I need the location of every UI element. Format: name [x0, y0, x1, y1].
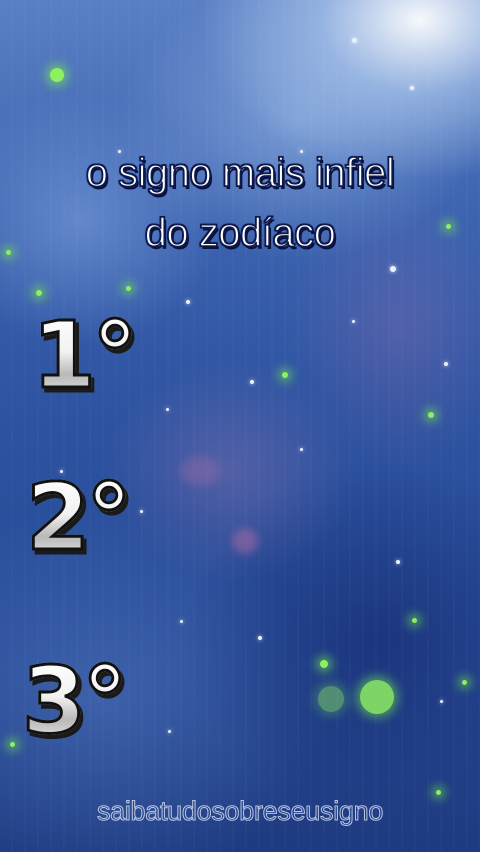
- green-bokeh: [318, 686, 344, 712]
- nebula-glow: [232, 528, 258, 554]
- star: [168, 730, 171, 733]
- star: [410, 86, 414, 90]
- star: [300, 448, 303, 451]
- star: [250, 380, 254, 384]
- green-bokeh: [428, 412, 434, 418]
- star: [186, 300, 190, 304]
- rank-first-label: 1°: [30, 302, 139, 409]
- star: [258, 636, 262, 640]
- star: [390, 266, 396, 272]
- star: [396, 560, 400, 564]
- green-bokeh: [10, 742, 15, 747]
- green-bokeh: [282, 372, 288, 378]
- star: [444, 362, 448, 366]
- green-bokeh: [436, 790, 441, 795]
- star: [440, 700, 443, 703]
- green-bokeh: [50, 68, 64, 82]
- star: [166, 408, 169, 411]
- star: [180, 620, 183, 623]
- green-bokeh: [36, 290, 42, 296]
- star: [352, 38, 357, 43]
- green-bokeh: [462, 680, 467, 685]
- nebula-glow: [180, 456, 220, 486]
- rank-third-label: 3°: [20, 647, 129, 754]
- green-bokeh: [320, 660, 328, 668]
- rank-second-label: 2°: [24, 464, 133, 571]
- green-bokeh: [412, 618, 417, 623]
- star: [352, 320, 355, 323]
- creator-watermark: saibatudosobreseusigno: [96, 796, 384, 827]
- green-bokeh: [360, 680, 394, 714]
- title-line-1: o signo mais infiel: [85, 151, 395, 195]
- star: [140, 510, 143, 513]
- green-bokeh: [126, 286, 131, 291]
- title-line-2: do zodíaco: [144, 211, 337, 255]
